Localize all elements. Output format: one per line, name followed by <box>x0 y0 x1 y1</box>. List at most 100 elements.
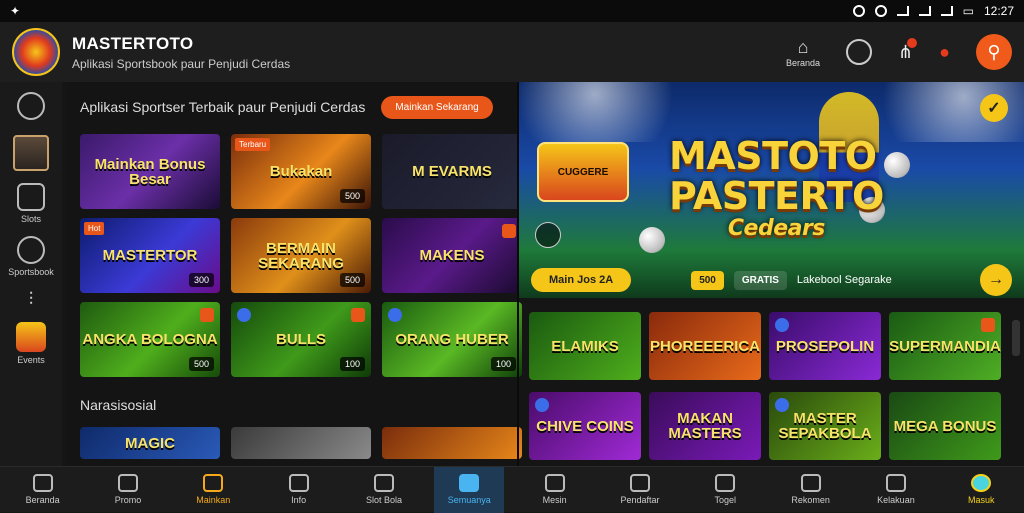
nav-activity[interactable]: Kelakuan <box>861 474 931 505</box>
game-title: Mainkan Bonus Besar <box>94 155 206 188</box>
game-tile[interactable]: MASTER SEPAKBOLA <box>769 392 881 460</box>
nav-info[interactable]: Info <box>264 474 334 505</box>
nav-machine[interactable]: Mesin <box>520 474 590 505</box>
play-now-button[interactable]: Mainkan Sekarang <box>381 95 493 119</box>
game-tile[interactable]: MEGA BONUS <box>889 392 1001 460</box>
game-tile[interactable]: CHIVE COINS <box>529 392 641 460</box>
game-tile[interactable] <box>231 427 371 459</box>
fav-chip[interactable] <box>351 308 365 322</box>
game-badge: 100 <box>490 357 516 371</box>
game-tile[interactable]: ELAMIKS <box>529 312 641 380</box>
game-grid: Mainkan Bonus Besar Terbaru Bukakan 500 M … <box>80 134 522 377</box>
game-title: PROSEPOLIN <box>775 337 875 355</box>
game-title: ELAMIKS <box>551 337 619 355</box>
notification-dot <box>907 37 918 48</box>
game-title: MASTERTOR <box>102 247 198 264</box>
clock: 12:27 <box>983 4 1014 18</box>
soccer-icon <box>17 92 45 120</box>
game-tile[interactable]: ORANG HUBER 100 <box>382 302 522 377</box>
search-icon: ⚲ <box>987 41 1001 62</box>
nav-all[interactable]: Semuanya <box>434 466 505 513</box>
hero-chip-free: GRATIS <box>733 270 787 290</box>
game-tile[interactable]: PHOREEERICA <box>649 312 761 380</box>
sidebar-label: Events <box>17 355 45 365</box>
star-icon <box>800 474 821 492</box>
sidebar-item-sports[interactable] <box>17 92 45 123</box>
fav-chip[interactable] <box>502 224 516 238</box>
featured-section: Aplikasi Sportser Terbaik paur Penjudi C… <box>66 82 522 466</box>
game-tile[interactable]: Mainkan Bonus Besar <box>80 134 220 209</box>
nav-login[interactable]: Masuk <box>946 474 1016 505</box>
sidebar-item-events[interactable]: Events <box>16 322 46 365</box>
game-tile[interactable]: ANGKA BOLOGNA 500 <box>80 302 220 377</box>
nav-home[interactable]: Beranda <box>8 474 78 505</box>
next-arrow-button[interactable]: → <box>980 264 1012 296</box>
nav-recommend[interactable]: Rekomen <box>776 474 846 505</box>
game-badge: 100 <box>339 357 365 371</box>
game-tile[interactable]: BULLS 100 <box>231 302 371 377</box>
share-button[interactable]: ⋔ <box>898 37 918 63</box>
game-tile[interactable]: BERMAIN SEKARANG 500 <box>231 218 371 293</box>
nav-label: Promo <box>114 495 142 505</box>
brand-name: MASTERTOTO <box>72 33 194 53</box>
home-icon <box>32 474 53 492</box>
nav-lottery[interactable]: Togel <box>690 474 760 505</box>
game-tile[interactable]: M EVARMS <box>382 134 522 209</box>
share-icon[interactable] <box>535 222 561 248</box>
game-tile[interactable]: MAGIC <box>80 427 220 459</box>
game-tile[interactable]: Hot MASTERTOR 300 <box>80 218 220 293</box>
nav-label: Info <box>291 495 307 505</box>
home-button[interactable]: ⌂ Beranda <box>786 37 820 68</box>
sidebar-item-sportsbook[interactable]: Sportsbook <box>8 236 54 277</box>
sidebar-label: Slots <box>20 214 41 224</box>
nav-label: Togel <box>714 495 737 505</box>
game-title: BERMAIN SEKARANG <box>258 239 344 272</box>
search-button[interactable]: ⚲ <box>976 34 1012 70</box>
game-tile[interactable]: PROSEPOLIN <box>769 312 881 380</box>
hero-play-button[interactable]: Main Jos 2A <box>531 268 632 292</box>
game-tile[interactable]: Terbaru Bukakan 500 <box>231 134 371 209</box>
nav-slot-bola[interactable]: Slot Bola <box>349 474 419 505</box>
fav-chip[interactable] <box>981 318 995 332</box>
home-icon: ⌂ <box>797 36 809 57</box>
provider-chip <box>535 398 549 412</box>
sidebar-item-slots[interactable]: Slots <box>17 183 45 224</box>
trophy-icon <box>16 322 46 352</box>
provider-chip <box>388 308 402 322</box>
nav-play[interactable]: Mainkan <box>178 474 248 505</box>
slots-icon <box>17 183 45 211</box>
user-icon <box>971 474 992 492</box>
hero-badge-text: CUGGERE <box>557 166 609 178</box>
info-icon <box>288 474 309 492</box>
scrollbar[interactable] <box>1012 320 1020 356</box>
signal-icon <box>918 6 931 16</box>
sidebar-item-profile[interactable] <box>13 135 49 171</box>
game-badge: 300 <box>188 273 214 287</box>
hero-title: MASTOTO PASTERTO Cedears <box>669 136 884 241</box>
hero-banner[interactable]: CUGGERE MASTOTO PASTERTO Cedears ✓ Main … <box>519 82 1024 298</box>
hero-title-line2: PASTERTO <box>669 173 884 218</box>
fav-chip[interactable] <box>200 308 214 322</box>
soccer-icon <box>373 474 394 492</box>
pin-icon[interactable]: ● <box>939 42 950 63</box>
game-badge: 500 <box>339 273 365 287</box>
game-tile[interactable]: MAKENS <box>382 218 522 293</box>
hero-action-bar: Main Jos 2A 500 GRATIS Lakebool Segarake… <box>519 262 1024 298</box>
nav-label: Rekomen <box>791 495 830 505</box>
game-tile[interactable]: SUPERMANDIA <box>889 312 1001 380</box>
game-tile[interactable]: MAKAN MASTERS <box>649 392 761 460</box>
bottom-nav: Beranda Promo Mainkan Info Slot Bola Sem… <box>0 466 1024 513</box>
history-icon[interactable] <box>846 39 873 65</box>
check-icon[interactable]: ✓ <box>980 94 1008 122</box>
nav-label: Pendaftar <box>620 495 660 505</box>
nav-label: Slot Bola <box>365 495 402 505</box>
avatar <box>13 135 49 171</box>
game-grid-2: MAGIC <box>80 427 522 459</box>
nav-promo[interactable]: Promo <box>93 474 163 505</box>
nav-register[interactable]: Pendaftar <box>605 474 675 505</box>
brand-logo[interactable] <box>12 28 60 76</box>
hero-title-sub: Cedears <box>727 215 826 241</box>
game-tile[interactable] <box>382 427 522 459</box>
sidebar-item-stats[interactable]: ⫶ <box>29 289 34 310</box>
nav-label: Semuanya <box>447 495 491 505</box>
